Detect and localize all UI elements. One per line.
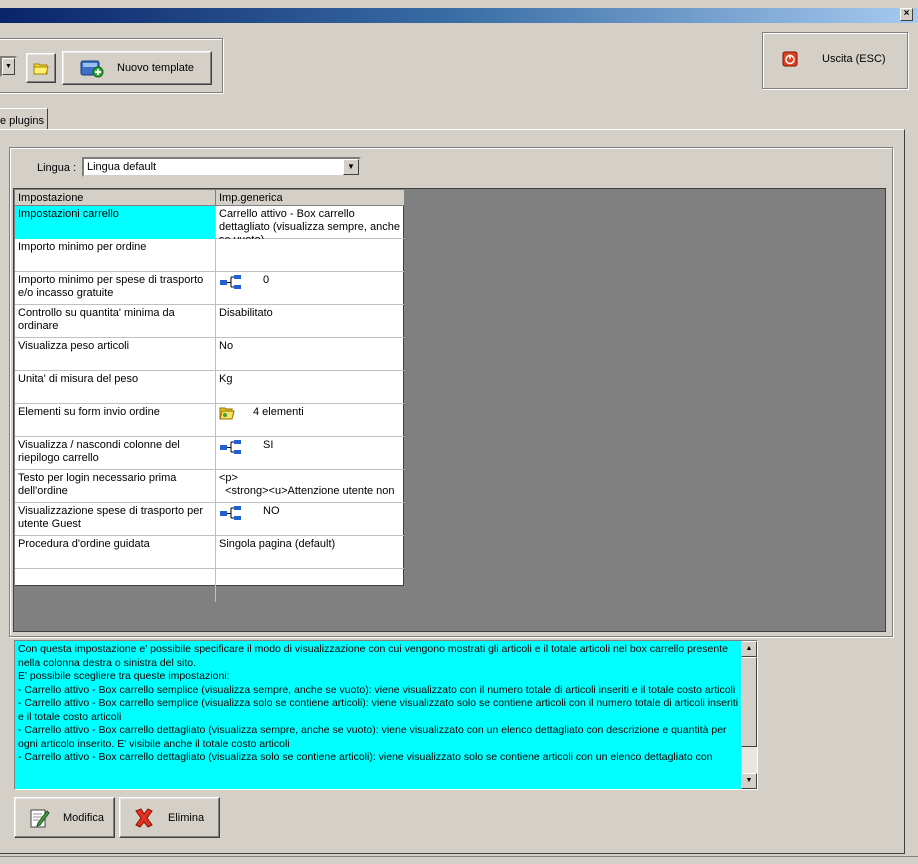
scroll-up-icon[interactable]: ▲ [741,641,757,657]
grid-cell-empty [15,569,216,602]
grid-cell-value[interactable]: Kg [216,371,404,404]
grid-cell-value[interactable]: No [216,338,404,371]
new-template-button[interactable]: Nuovo template [62,51,212,85]
new-template-label: Nuovo template [117,62,195,74]
table-row[interactable]: Unita' di misura del peso Kg [15,371,404,404]
tab-plugins[interactable]: e plugins [0,108,48,130]
grid-cell-value-text: 4 elementi [253,406,304,418]
table-row[interactable]: Procedura d'ordine guidata Singola pagina… [15,536,404,569]
table-row[interactable]: Importo minimo per ordine [15,239,404,272]
grid-cell-value-text: Kg [219,373,233,385]
open-folder-button[interactable] [26,53,56,83]
exit-label: Uscita (ESC) [822,52,886,65]
table-row[interactable]: Visualizza peso articoli No [15,338,404,371]
table-row-empty [15,569,404,602]
grid-header-value[interactable]: Imp.generica [216,190,404,206]
grid-cell-setting[interactable]: Unita' di misura del peso [15,371,216,404]
grid-cell-value-text: <p> <strong><u>Attenzione utente non [219,472,395,497]
grid-cell-value-text: Disabilitato [219,307,273,319]
folder-icon [33,63,49,75]
grid-cell-setting[interactable]: Testo per login necessario prima dell'or… [15,470,216,503]
tree-icon [219,505,243,521]
table-row[interactable]: Testo per login necessario prima dell'or… [15,470,404,503]
grid-cell-value[interactable] [216,239,404,272]
table-row[interactable]: Importo minimo per spese di trasporto e/… [15,272,404,305]
status-strip [0,856,918,864]
tab-plugins-label: e plugins [0,115,45,127]
grid-cell-value[interactable]: <p> <strong><u>Attenzione utente non [216,470,404,503]
grid-cell-value-text: SI [263,439,274,451]
chevron-down-icon[interactable]: ▼ [2,58,15,75]
table-row[interactable]: Elementi su form invio ordine 4 elementi [15,404,404,437]
grid-cell-value-text: Carrello attivo - Box carrello dettaglia… [219,208,400,239]
title-bar-top-strip [0,0,918,8]
tree-icon [219,439,243,455]
tree-icon [219,274,243,290]
description-text: Con questa impostazione e' possibile spe… [18,643,739,763]
close-icon: × [903,8,910,19]
grid-cell-setting[interactable]: Importo minimo per spese di trasporto e/… [15,272,216,305]
edit-icon [30,809,50,827]
language-select[interactable]: Lingua default ▼ [82,157,361,177]
chevron-down-icon[interactable]: ▼ [343,159,359,175]
delete-label: Elimina [168,811,205,824]
language-label: Lingua : [37,162,77,174]
edit-button[interactable]: Modifica [14,797,115,838]
edit-label: Modifica [63,811,104,824]
settings-grid[interactable]: Impostazione Imp.generica Impostazioni c… [15,190,404,602]
table-row[interactable]: Controllo su quantita' minima da ordinar… [15,305,404,338]
grid-cell-value-text: 0 [263,274,270,286]
grid-cell-value[interactable]: SI [216,437,404,470]
power-icon [782,51,798,66]
description-scrollbar[interactable]: ▲ ▼ [741,641,757,789]
grid-cell-setting[interactable]: Elementi su form invio ordine [15,404,216,437]
folder-icon [219,406,235,420]
grid-header-setting[interactable]: Impostazione [15,190,216,206]
grid-cell-setting[interactable]: Visualizzazione spese di trasporto per u… [15,503,216,536]
delete-icon [135,807,153,828]
grid-cell-value-text: Singola pagina (default) [219,538,336,550]
grid-cell-setting[interactable]: Procedura d'ordine guidata [15,536,216,569]
grid-cell-setting[interactable]: Controllo su quantita' minima da ordinar… [15,305,216,338]
table-row[interactable]: Visualizzazione spese di trasporto per u… [15,503,404,536]
grid-cell-value[interactable]: NO [216,503,404,536]
description-box[interactable]: Con questa impostazione e' possibile spe… [14,640,758,790]
grid-cell-empty [216,569,404,602]
grid-cell-setting[interactable]: Visualizza / nascondi colonne del riepil… [15,437,216,470]
table-row[interactable]: Impostazioni carrello Carrello attivo - B… [15,206,404,239]
grid-cell-setting[interactable]: Visualizza peso articoli [15,338,216,371]
grid-cell-value[interactable]: Disabilitato [216,305,404,338]
grid-cell-setting[interactable]: Importo minimo per ordine [15,239,216,272]
grid-cell-value[interactable]: 4 elementi [216,404,404,437]
exit-button[interactable]: Uscita (ESC) [764,34,906,87]
grid-header: Impostazione Imp.generica [15,190,404,206]
grid-cell-value-text: NO [263,505,280,517]
scroll-thumb[interactable] [741,657,757,747]
language-value: Lingua default [87,161,157,173]
new-template-icon [80,60,104,78]
grid-cell-setting[interactable]: Impostazioni carrello [15,206,216,239]
grid-cell-value[interactable]: Carrello attivo - Box carrello dettaglia… [216,206,404,239]
window-close-button[interactable]: × [900,8,913,21]
template-combo[interactable]: ▼ [0,56,17,77]
table-row[interactable]: Visualizza / nascondi colonne del riepil… [15,437,404,470]
delete-button[interactable]: Elimina [119,797,220,838]
scroll-down-icon[interactable]: ▼ [741,773,757,789]
grid-cell-value[interactable]: Singola pagina (default) [216,536,404,569]
grid-cell-value-text: No [219,340,234,352]
grid-cell-value[interactable]: 0 [216,272,404,305]
